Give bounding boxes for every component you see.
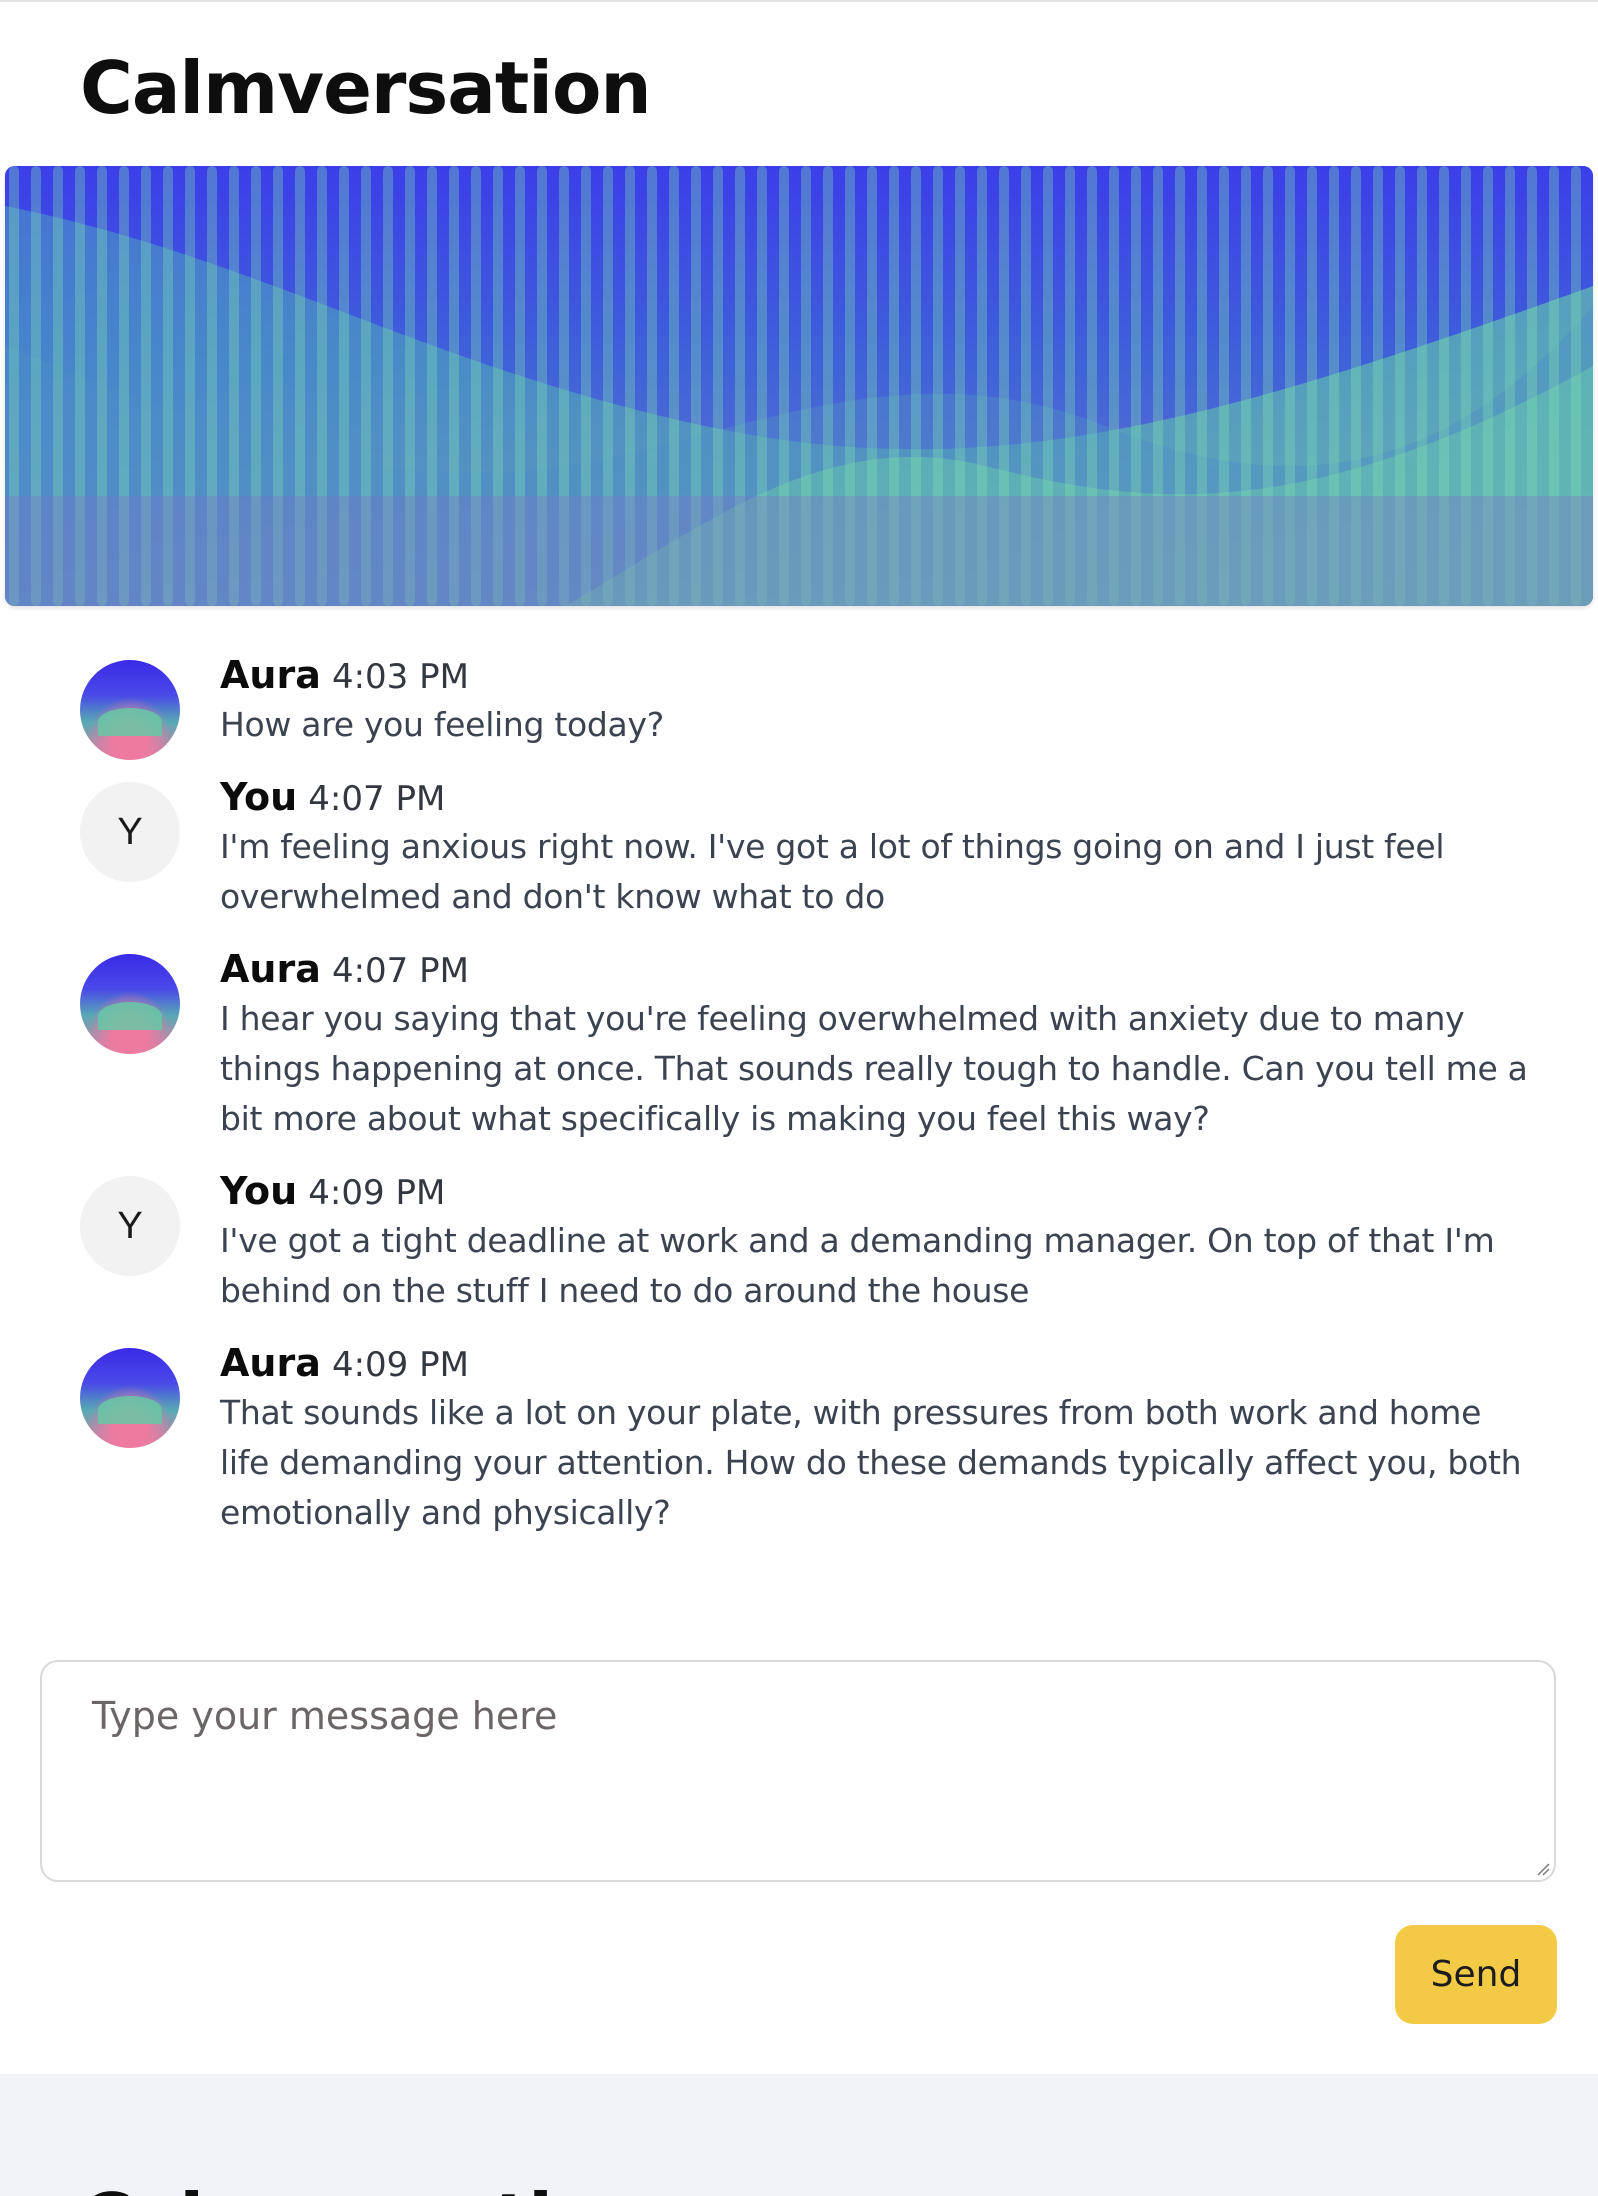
message-input[interactable] <box>40 1660 1556 1882</box>
message-text: I hear you saying that you're feeling ov… <box>220 999 1528 1138</box>
aura-avatar-icon <box>80 1348 180 1448</box>
app-title: Calmversation <box>80 46 652 130</box>
message-text: I'm feeling anxious right now. I've got … <box>220 827 1445 916</box>
message-text: That sounds like a lot on your plate, wi… <box>220 1393 1522 1532</box>
message-sender: Aura <box>220 947 321 991</box>
user-avatar: Y <box>80 782 180 882</box>
message-item: Aura 4:03 PM How are you feeling today? <box>0 650 1598 760</box>
message-sender: Aura <box>220 653 321 697</box>
aura-avatar-icon <box>80 954 180 1054</box>
message-time: 4:07 PM <box>331 951 469 991</box>
top-divider <box>0 0 1598 2</box>
message-time: 4:03 PM <box>331 657 469 697</box>
message-sender: Aura <box>220 1341 321 1385</box>
aura-avatar-icon <box>80 660 180 760</box>
message-time: 4:09 PM <box>331 1345 469 1385</box>
message-list: Aura 4:03 PM How are you feeling today? … <box>0 650 1598 1560</box>
message-sender: You <box>220 1169 298 1213</box>
send-button[interactable]: Send <box>1395 1925 1557 2024</box>
resize-grip-icon[interactable] <box>1536 1862 1550 1876</box>
message-time: 4:07 PM <box>308 779 446 819</box>
message-text: I've got a tight deadline at work and a … <box>220 1221 1495 1310</box>
footer-title: Calmversation <box>80 2170 652 2196</box>
message-item: Aura 4:09 PM That sounds like a lot on y… <box>0 1338 1598 1538</box>
message-item: Y You 4:07 PM I'm feeling anxious right … <box>0 772 1598 922</box>
hero-banner-image <box>5 166 1593 606</box>
message-item: Aura 4:07 PM I hear you saying that you'… <box>0 944 1598 1144</box>
footer: Calmversation <box>0 2074 1598 2196</box>
message-item: Y You 4:09 PM I've got a tight deadline … <box>0 1166 1598 1316</box>
message-sender: You <box>220 775 298 819</box>
user-avatar: Y <box>80 1176 180 1276</box>
message-text: How are you feeling today? <box>220 705 664 744</box>
message-time: 4:09 PM <box>308 1173 446 1213</box>
